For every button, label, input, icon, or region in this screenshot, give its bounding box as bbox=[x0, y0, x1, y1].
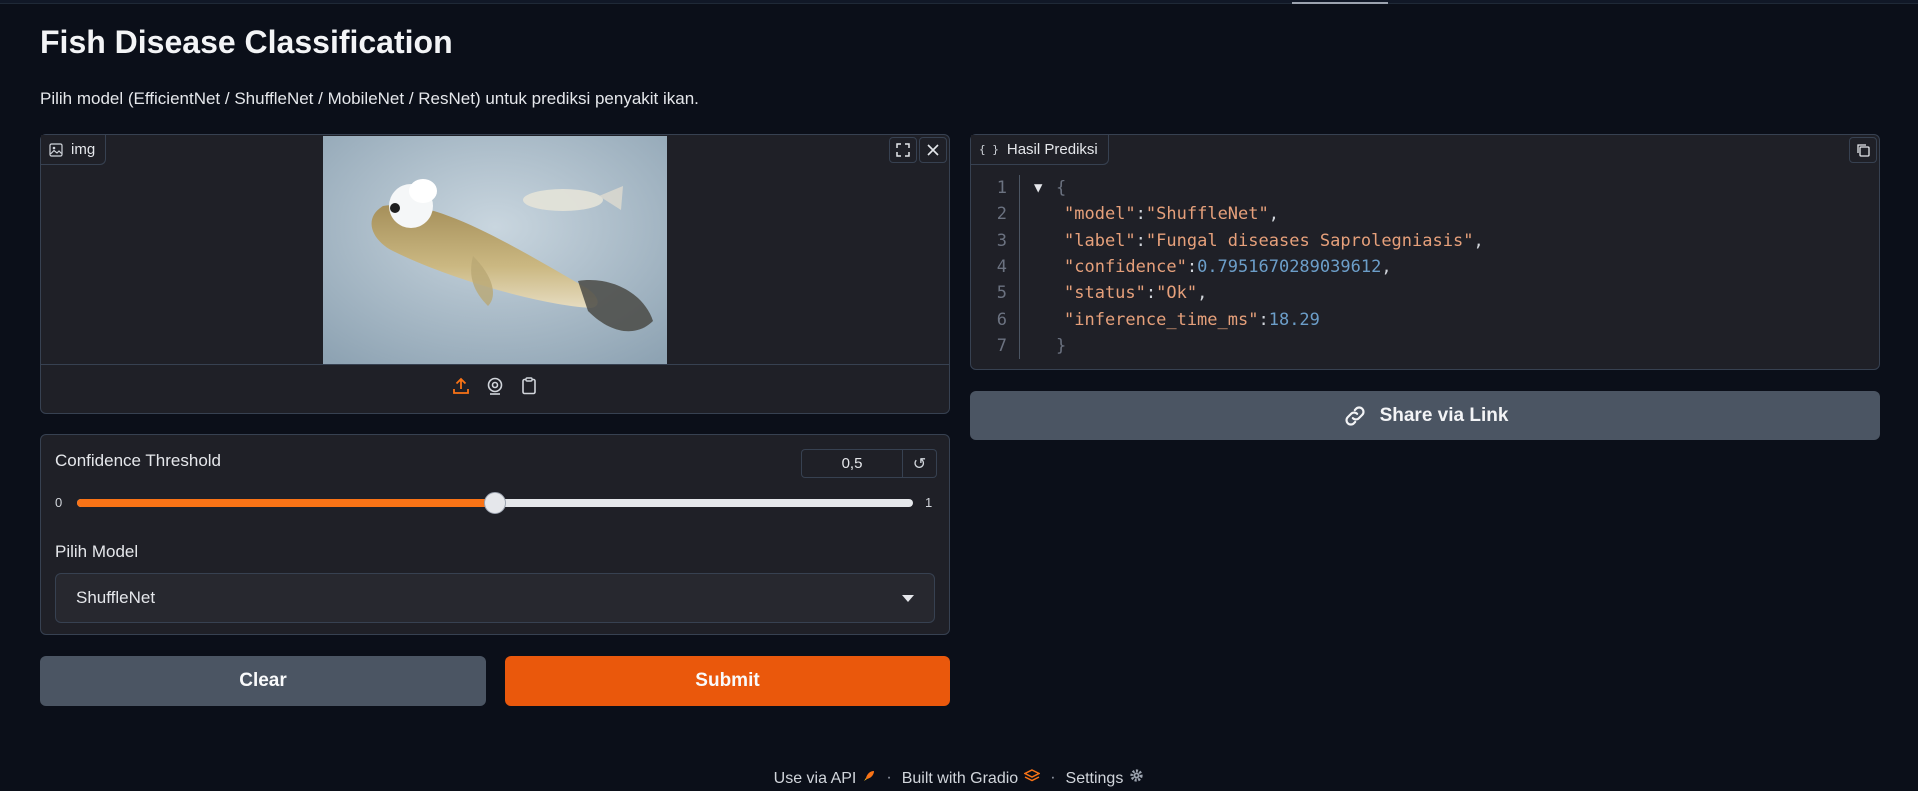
webcam-button[interactable] bbox=[484, 375, 506, 397]
json-line: 4 "confidence": 0.7951670289039612, bbox=[971, 253, 1879, 281]
gear-icon bbox=[1129, 768, 1144, 783]
model-selected-value: ShuffleNet bbox=[76, 588, 156, 607]
json-value-confidence: 0.7951670289039612 bbox=[1197, 257, 1382, 278]
fullscreen-icon bbox=[896, 143, 910, 157]
upload-button[interactable] bbox=[450, 375, 472, 397]
close-icon bbox=[927, 144, 939, 156]
json-line: 5 "status": " Ok ", bbox=[971, 280, 1879, 307]
threshold-slider[interactable] bbox=[77, 492, 913, 514]
webcam-icon bbox=[487, 377, 503, 395]
copy-button[interactable] bbox=[1849, 137, 1877, 163]
threshold-number-input[interactable]: 0,5 bbox=[801, 449, 903, 478]
image-label: img bbox=[71, 141, 96, 158]
clear-image-button[interactable] bbox=[919, 137, 947, 163]
link-icon bbox=[1345, 405, 1365, 426]
gradio-logo-icon bbox=[1024, 768, 1041, 783]
json-value-status: Ok bbox=[1166, 283, 1187, 304]
json-line: 3 "label": " Fungal diseases Saprolegnias… bbox=[971, 227, 1879, 254]
controls-panel: Confidence Threshold 0,5 ↺ 0 1 Pilih Mod… bbox=[40, 434, 950, 635]
rocket-icon bbox=[862, 769, 876, 783]
copy-icon bbox=[1857, 144, 1870, 157]
model-label: Pilih Model bbox=[55, 542, 139, 561]
image-icon bbox=[49, 142, 63, 157]
share-label: Share via Link bbox=[1379, 404, 1509, 426]
slider-max-label: 1 bbox=[925, 495, 933, 510]
clear-button[interactable]: Clear bbox=[40, 656, 486, 706]
json-icon: { } bbox=[979, 143, 999, 156]
json-value-inference-time: 18.29 bbox=[1268, 309, 1320, 330]
image-label-chip: img bbox=[41, 135, 107, 165]
top-bar bbox=[0, 0, 1918, 4]
collapse-caret-icon[interactable]: ▼ bbox=[1034, 180, 1056, 196]
uploaded-fish-image bbox=[323, 136, 667, 364]
settings-link[interactable]: Settings bbox=[1066, 768, 1145, 788]
slider-min-label: 0 bbox=[55, 495, 63, 510]
json-viewer: 1 ▼{ 2 "model": " ShuffleNet ", 3 "label":… bbox=[971, 175, 1879, 360]
json-value-model: ShuffleNet bbox=[1156, 204, 1259, 225]
image-input-panel[interactable]: img bbox=[40, 134, 950, 414]
json-line: 1 ▼{ bbox=[971, 175, 1879, 202]
built-with-gradio-link[interactable]: Built with Gradio bbox=[902, 768, 1041, 788]
slider-fill bbox=[77, 499, 495, 507]
json-output-panel: { } Hasil Prediksi 1 ▼{ 2 "model": " Shuf… bbox=[970, 134, 1880, 370]
slider-thumb[interactable] bbox=[484, 492, 506, 514]
output-label: Hasil Prediksi bbox=[1006, 141, 1098, 158]
dropdown-arrow-icon bbox=[902, 594, 914, 602]
threshold-label: Confidence Threshold bbox=[55, 451, 222, 470]
fullscreen-button[interactable] bbox=[889, 137, 917, 163]
page-description: Pilih model (EfficientNet / ShuffleNet /… bbox=[40, 89, 699, 108]
clipboard-button[interactable] bbox=[518, 375, 540, 397]
page-title: Fish Disease Classification bbox=[40, 24, 453, 60]
output-label-chip: { } Hasil Prediksi bbox=[971, 135, 1109, 165]
footer: Use via API · Built with Gradio · Settin… bbox=[0, 768, 1918, 788]
json-value-label: Fungal diseases Saprolegniasis bbox=[1156, 230, 1464, 251]
submit-button[interactable]: Submit bbox=[505, 656, 950, 706]
use-api-link[interactable]: Use via API bbox=[774, 769, 877, 788]
json-line: 2 "model": " ShuffleNet ", bbox=[971, 201, 1879, 228]
reset-threshold-button[interactable]: ↺ bbox=[903, 449, 937, 478]
upload-icon bbox=[453, 377, 469, 394]
json-line: 6 "inference_time_ms": 18.29 bbox=[971, 306, 1879, 333]
clipboard-icon bbox=[522, 377, 536, 395]
reset-icon: ↺ bbox=[912, 455, 927, 473]
tab-indicator bbox=[1292, 2, 1388, 4]
model-dropdown[interactable]: ShuffleNet bbox=[55, 573, 935, 623]
image-divider bbox=[41, 364, 949, 365]
share-button[interactable]: Share via Link bbox=[970, 391, 1880, 440]
json-line: 7 } bbox=[971, 332, 1879, 360]
